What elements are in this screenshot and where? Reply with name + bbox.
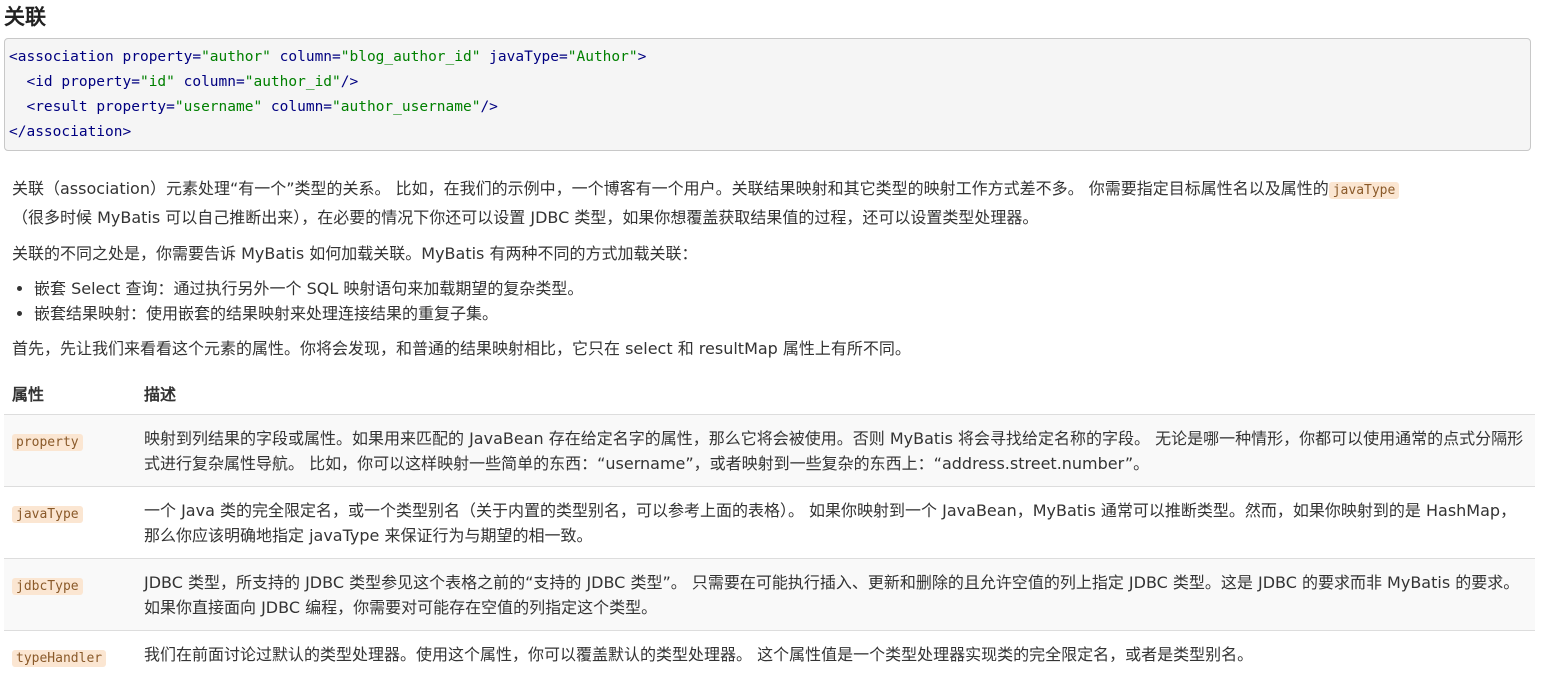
code-token: /> [480,99,498,115]
description-cell: 映射到列结果的字段或属性。如果用来匹配的 JavaBean 存在给定名字的属性，… [136,414,1535,487]
attributes-table: 属性 描述 property 映射到列结果的字段或属性。如果用来匹配的 Java… [4,375,1535,681]
attribute-name: property [12,434,83,451]
code-token: <id [9,74,62,90]
loading-paragraph: 关联的不同之处是，你需要告诉 MyBatis 如何加载关联。MyBatis 有两… [12,244,698,263]
documentation-page: 关联 <association property="author" column… [0,0,1547,681]
code-token: property= [96,99,175,115]
code-token: <result [9,99,97,115]
intro-paragraph: 关联（association）元素处理“有一个”类型的关系。 比如，在我们的示例… [4,175,1535,231]
attribute-name: typeHandler [12,650,107,667]
header-attribute: 属性 [4,375,136,415]
intro-text-part1: 关联（association）元素处理“有一个”类型的关系。 比如，在我们的示例… [12,179,1329,198]
code-token: </association> [9,124,132,140]
table-row: javaType 一个 Java 类的完全限定名，或一个类型别名（关于内置的类型… [4,486,1535,559]
list-item: 嵌套 Select 查询：通过执行另外一个 SQL 映射语句来加载期望的复杂类型… [34,276,1535,301]
code-token: "Author" [567,49,638,65]
table-row: typeHandler 我们在前面讨论过默认的类型处理器。使用这个属性，你可以覆… [4,630,1535,681]
code-token: property= [61,74,140,90]
header-description: 描述 [136,375,1535,415]
code-line-4: </association> [9,124,131,140]
attribute-cell: typeHandler [4,630,136,681]
attribute-cell: javaType [4,486,136,559]
attributes-intro-paragraph: 首先，先让我们来看看这个元素的属性。你将会发现，和普通的结果映射相比，它只在 s… [12,339,911,358]
code-token: "blog_author_id" [340,49,481,65]
code-block: <association property="author" column="b… [4,38,1531,151]
attribute-name: javaType [12,506,83,523]
table-row: jdbcType JDBC 类型，所支持的 JDBC 类型参见这个表格之前的“支… [4,558,1535,631]
code-token: "author_id" [244,74,341,90]
code-token: > [637,49,647,65]
code-line-3: <result property="username" column="auth… [9,99,498,115]
code-token: column= [174,74,245,90]
code-token: column= [270,49,341,65]
code-token: "author" [201,49,271,65]
code-line-2: <id property="id" column="author_id"/> [9,74,358,90]
loading-methods-list: 嵌套 Select 查询：通过执行另外一个 SQL 映射语句来加载期望的复杂类型… [4,276,1535,326]
code-token: column= [262,99,333,115]
list-item: 嵌套结果映射：使用嵌套的结果映射来处理连接结果的重复子集。 [34,301,1535,326]
code-token: <association [9,49,123,65]
description-cell: 一个 Java 类的完全限定名，或一个类型别名（关于内置的类型别名，可以参考上面… [136,486,1535,559]
inline-code-javatype: javaType [1328,182,1400,199]
table-header-row: 属性 描述 [4,375,1535,415]
code-token: javaType= [480,49,568,65]
attribute-name: jdbcType [12,578,83,595]
code-token: "username" [174,99,263,115]
code-token: /> [340,74,359,90]
intro-text-part2: （很多时候 MyBatis 可以自己推断出来），在必要的情况下你还可以设置 JD… [12,208,1039,227]
section-heading: 关联 [4,5,46,29]
code-token: "author_username" [332,99,481,115]
attribute-cell: property [4,414,136,487]
description-cell: 我们在前面讨论过默认的类型处理器。使用这个属性，你可以覆盖默认的类型处理器。 这… [136,630,1535,681]
code-token: property= [122,49,202,65]
table-row: property 映射到列结果的字段或属性。如果用来匹配的 JavaBean 存… [4,414,1535,487]
code-line-1: <association property="author" column="b… [9,49,646,65]
code-token: "id" [139,74,175,90]
attribute-cell: jdbcType [4,558,136,631]
description-cell: JDBC 类型，所支持的 JDBC 类型参见这个表格之前的“支持的 JDBC 类… [136,558,1535,631]
